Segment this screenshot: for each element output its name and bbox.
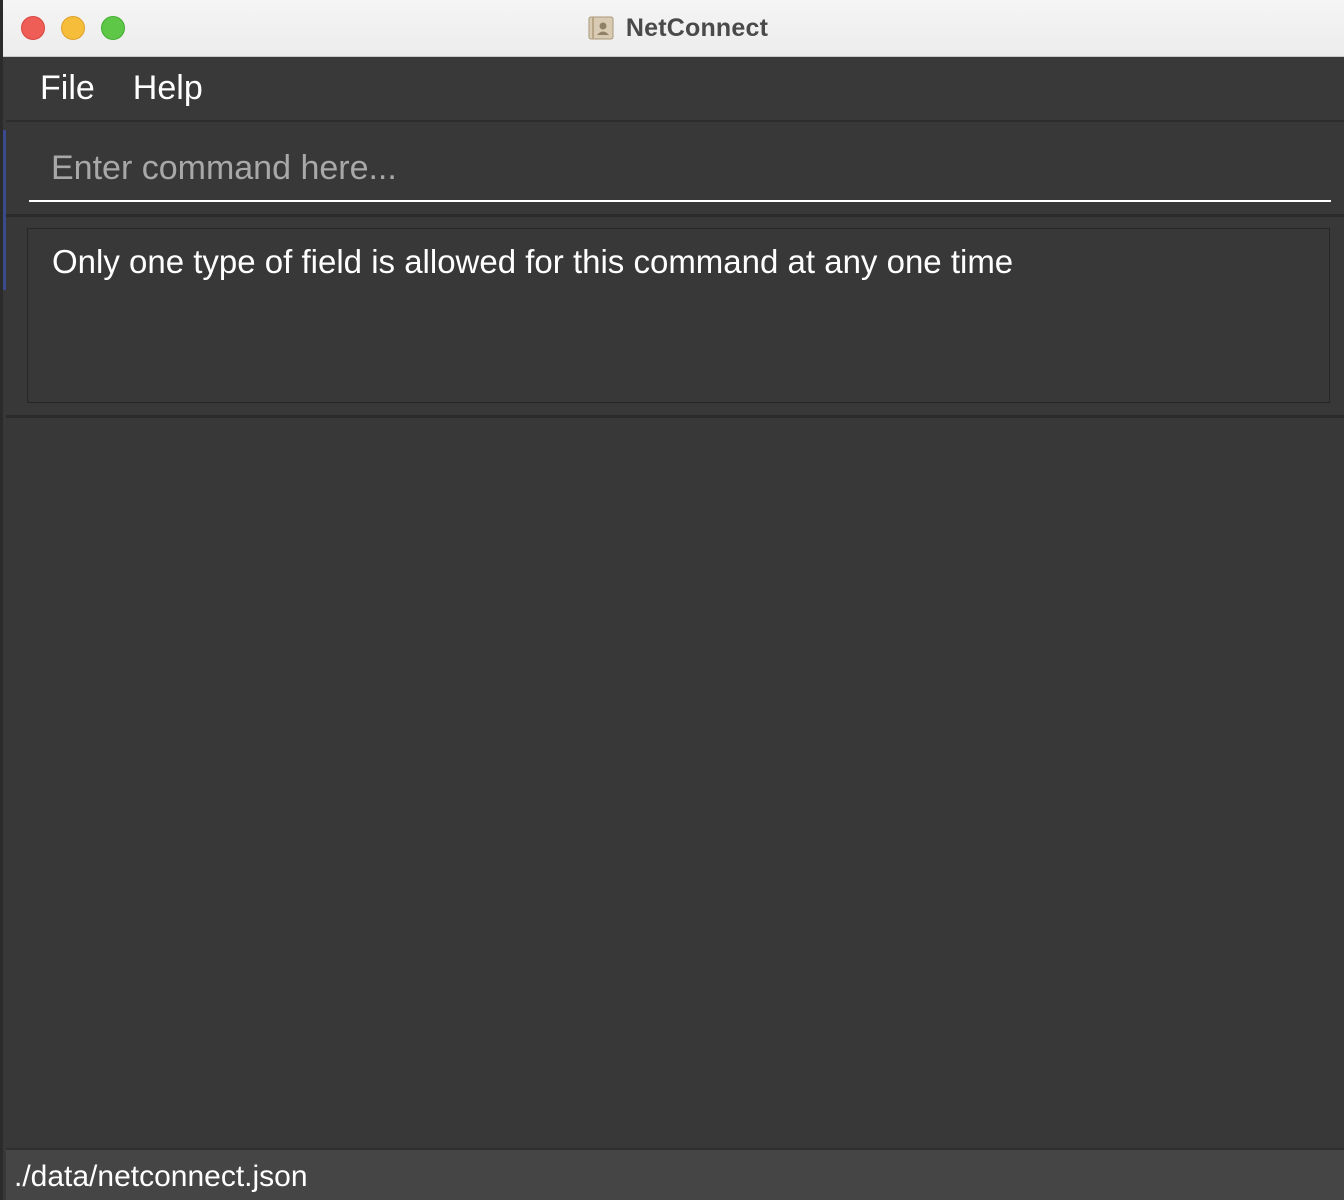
result-message: Only one type of field is allowed for th…: [52, 243, 1014, 280]
window-title: NetConnect: [625, 13, 769, 42]
command-box-panel: [6, 122, 1344, 217]
title-group: NetConnect: [3, 0, 1344, 56]
command-input[interactable]: [29, 136, 1331, 202]
save-file-path: ./data/netconnect.json: [14, 1160, 308, 1193]
result-display-box[interactable]: Only one type of field is allowed for th…: [27, 228, 1330, 403]
menu-bar: File Help: [6, 57, 1344, 122]
address-book-icon: [588, 16, 614, 40]
menu-file[interactable]: File: [40, 69, 95, 108]
title-bar[interactable]: NetConnect: [3, 0, 1344, 57]
app-window: NetConnect File Help Only one type of fi…: [0, 0, 1344, 1200]
result-display-panel: Only one type of field is allowed for th…: [6, 217, 1344, 418]
menu-help[interactable]: Help: [133, 69, 203, 108]
status-bar: ./data/netconnect.json: [6, 1148, 1344, 1200]
contact-list-panel[interactable]: [6, 418, 1344, 1148]
